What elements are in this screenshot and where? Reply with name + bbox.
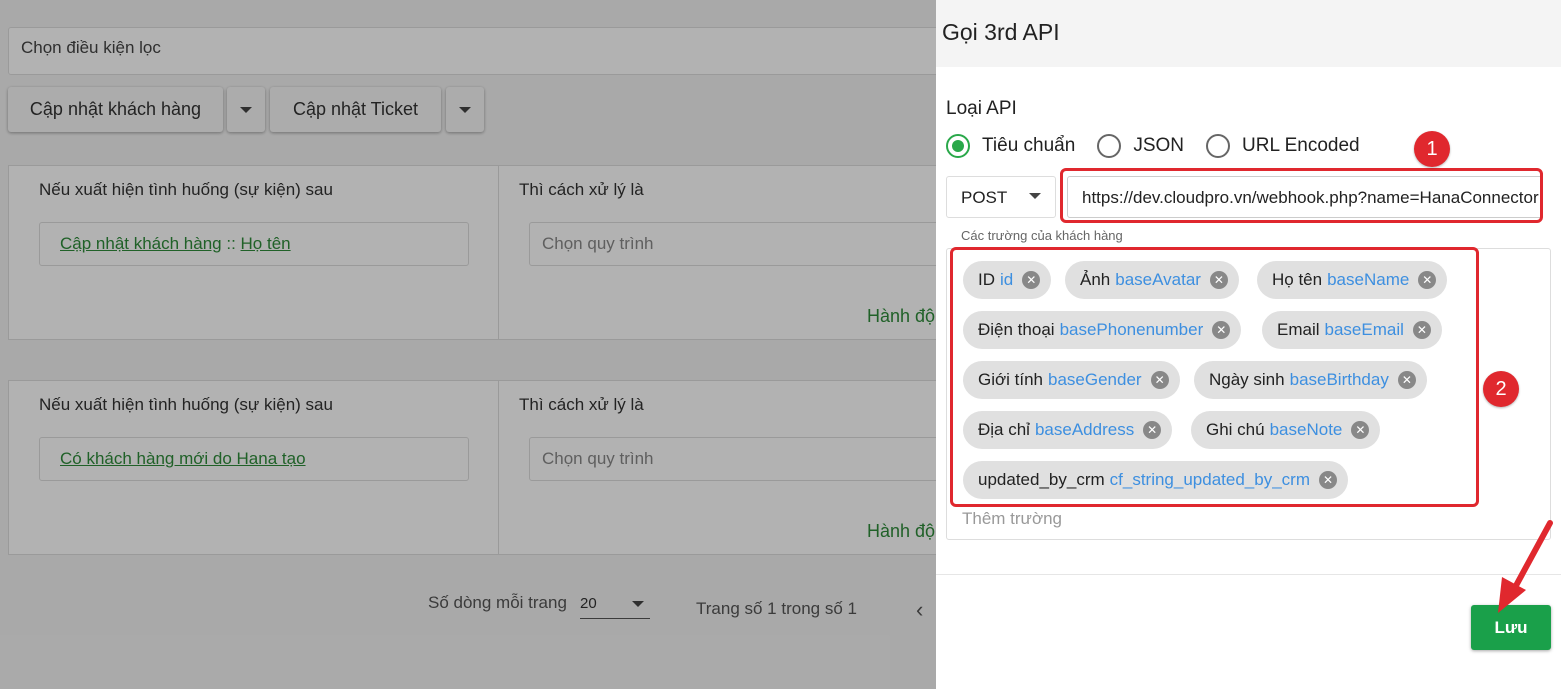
add-field-input[interactable]: Thêm trường — [962, 509, 1062, 529]
customer-fields-caption: Các trường của khách hàng — [961, 228, 1123, 243]
http-method-value: POST — [961, 188, 1008, 207]
footer-divider — [936, 574, 1561, 575]
annotation-badge-2: 2 — [1483, 371, 1519, 407]
api-type-json-option[interactable]: JSON — [1097, 134, 1184, 158]
drawer-header: Gọi 3rd API — [936, 0, 1561, 67]
modal-backdrop[interactable] — [0, 0, 936, 689]
http-method-select[interactable]: POST — [946, 176, 1056, 218]
api-type-standard-option[interactable]: Tiêu chuẩn — [946, 134, 1075, 158]
api-type-radio-group: Tiêu chuẩn JSON URL Encoded — [946, 133, 1382, 159]
api-type-standard-label: Tiêu chuẩn — [982, 135, 1076, 156]
radio-unchecked-icon[interactable] — [1097, 134, 1122, 158]
annotation-arrow-icon — [1498, 520, 1553, 613]
radio-checked-icon[interactable] — [946, 134, 970, 158]
api-type-urlencoded-label: URL Encoded — [1242, 135, 1360, 156]
annotation-badge-1: 1 — [1414, 131, 1450, 167]
radio-unchecked-icon[interactable] — [1206, 134, 1230, 158]
api-type-json-label: JSON — [1133, 135, 1184, 156]
drawer-title: Gọi 3rd API — [942, 19, 1060, 45]
chevron-down-icon — [1029, 193, 1041, 199]
api-type-label: Loại API — [946, 98, 1017, 119]
annotation-highlight-fields — [950, 247, 1479, 507]
annotation-highlight-url — [1060, 168, 1543, 223]
api-type-urlencoded-option[interactable]: URL Encoded — [1206, 134, 1360, 158]
